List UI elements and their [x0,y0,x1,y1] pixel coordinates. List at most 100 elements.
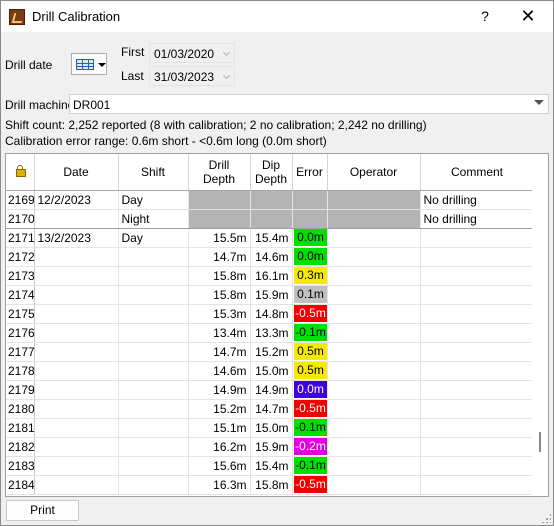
last-date-field[interactable]: 31/03/2023 [149,66,235,86]
row-index-cell[interactable]: 2179 [6,380,35,400]
comment-cell[interactable] [420,475,535,495]
row-index-cell[interactable]: 2171 [6,228,35,248]
help-button[interactable]: ? [473,5,497,27]
error-cell[interactable]: -0.1m [292,418,328,438]
dip-depth-cell[interactable]: 15.8m [250,475,293,495]
comment-cell[interactable] [420,361,535,381]
drill-depth-cell[interactable] [188,190,251,210]
date-cell[interactable] [34,475,119,495]
dip-depth-cell[interactable]: 15.9m [250,437,293,457]
operator-cell[interactable] [327,380,421,400]
date-cell[interactable] [34,361,119,381]
table-row[interactable]: 2184 16.3m 15.8m -0.5m [6,475,535,495]
operator-cell[interactable] [327,342,421,362]
comment-cell[interactable] [420,247,535,267]
error-cell[interactable]: 0.0m [292,247,328,267]
comment-cell[interactable] [420,456,535,476]
error-cell[interactable]: 0.5m [292,342,328,362]
table-row[interactable]: 2172 14.7m 14.6m 0.0m [6,247,535,267]
column-header-error[interactable]: Error [292,154,328,191]
shift-cell[interactable] [118,437,189,457]
first-date-field[interactable]: 01/03/2020 [149,43,235,63]
dip-depth-cell[interactable]: 15.4m [250,228,293,248]
shift-cell[interactable] [118,323,189,343]
drill-depth-cell[interactable]: 14.7m [188,247,251,267]
table-row[interactable]: 2175 15.3m 14.8m -0.5m [6,304,535,324]
table-row[interactable]: 2178 14.6m 15.0m 0.5m [6,361,535,381]
table-row[interactable]: 2180 15.2m 14.7m -0.5m [6,399,535,419]
dip-depth-cell[interactable]: 14.6m [250,247,293,267]
dip-depth-cell[interactable]: 15.2m [250,342,293,362]
table-row[interactable]: 2182 16.2m 15.9m -0.2m [6,437,535,457]
dip-depth-cell[interactable]: 15.9m [250,285,293,305]
error-cell[interactable] [292,190,328,210]
drill-depth-cell[interactable] [188,209,251,229]
drill-depth-cell[interactable]: 15.6m [188,456,251,476]
dip-depth-cell[interactable]: 14.8m [250,304,293,324]
dip-depth-cell[interactable]: 14.7m [250,399,293,419]
comment-cell[interactable] [420,304,535,324]
comment-cell[interactable] [420,342,535,362]
date-cell[interactable] [34,323,119,343]
drill-depth-cell[interactable]: 15.2m [188,399,251,419]
date-cell[interactable] [34,342,119,362]
error-cell[interactable] [292,209,328,229]
operator-cell[interactable] [327,209,421,229]
error-cell[interactable]: 0.3m [292,266,328,286]
error-cell[interactable]: -0.5m [292,304,328,324]
shift-cell[interactable] [118,399,189,419]
operator-cell[interactable] [327,190,421,210]
comment-cell[interactable] [420,323,535,343]
drill-depth-cell[interactable]: 16.2m [188,437,251,457]
dip-depth-cell[interactable]: 15.4m [250,456,293,476]
column-header-date[interactable]: Date [34,154,119,191]
drill-depth-cell[interactable]: 15.3m [188,304,251,324]
date-cell[interactable] [34,380,119,400]
comment-cell[interactable] [420,380,535,400]
dip-depth-cell[interactable]: 15.0m [250,361,293,381]
scrollbar-thumb[interactable] [539,432,541,452]
operator-cell[interactable] [327,399,421,419]
table-row[interactable]: 2179 14.9m 14.9m 0.0m [6,380,535,400]
drill-depth-cell[interactable]: 15.8m [188,266,251,286]
row-index-cell[interactable]: 2182 [6,437,35,457]
error-cell[interactable]: 0.0m [292,228,328,248]
row-index-cell[interactable]: 2183 [6,456,35,476]
date-cell[interactable]: 13/2/2023 [34,228,119,248]
drill-depth-cell[interactable]: 13.4m [188,323,251,343]
shift-cell[interactable] [118,285,189,305]
table-row[interactable]: 2181 15.1m 15.0m -0.1m [6,418,535,438]
drill-depth-cell[interactable]: 14.7m [188,342,251,362]
column-header-shift[interactable]: Shift [118,154,189,191]
row-index-cell[interactable]: 2178 [6,361,35,381]
comment-cell[interactable] [420,228,535,248]
comment-cell[interactable]: No drilling [420,209,535,229]
shift-cell[interactable]: Day [118,190,189,210]
date-cell[interactable]: 12/2/2023 [34,190,119,210]
drill-depth-cell[interactable]: 15.5m [188,228,251,248]
column-header-drill-depth[interactable]: Drill Depth [188,154,251,191]
operator-cell[interactable] [327,437,421,457]
comment-cell[interactable] [420,285,535,305]
operator-cell[interactable] [327,285,421,305]
print-button[interactable]: Print [6,500,79,521]
shift-cell[interactable] [118,342,189,362]
comment-cell[interactable] [420,266,535,286]
row-index-cell[interactable]: 2181 [6,418,35,438]
error-cell[interactable]: -0.1m [292,323,328,343]
column-header-dip-depth[interactable]: Dip Depth [250,154,293,191]
lock-column-header[interactable] [6,154,35,191]
table-row[interactable]: 2177 14.7m 15.2m 0.5m [6,342,535,362]
row-index-cell[interactable]: 2180 [6,399,35,419]
table-row[interactable]: 2173 15.8m 16.1m 0.3m [6,266,535,286]
row-index-cell[interactable]: 2177 [6,342,35,362]
operator-cell[interactable] [327,361,421,381]
table-row[interactable]: 2170 Night No drilling [6,209,535,229]
table-row[interactable]: 2171 13/2/2023 Day 15.5m 15.4m 0.0m [6,228,535,248]
row-index-cell[interactable]: 2184 [6,475,35,495]
dip-depth-cell[interactable]: 14.9m [250,380,293,400]
calendar-dropdown-button[interactable] [71,53,107,75]
error-cell[interactable]: 0.5m [292,361,328,381]
operator-cell[interactable] [327,475,421,495]
error-cell[interactable]: -0.5m [292,399,328,419]
